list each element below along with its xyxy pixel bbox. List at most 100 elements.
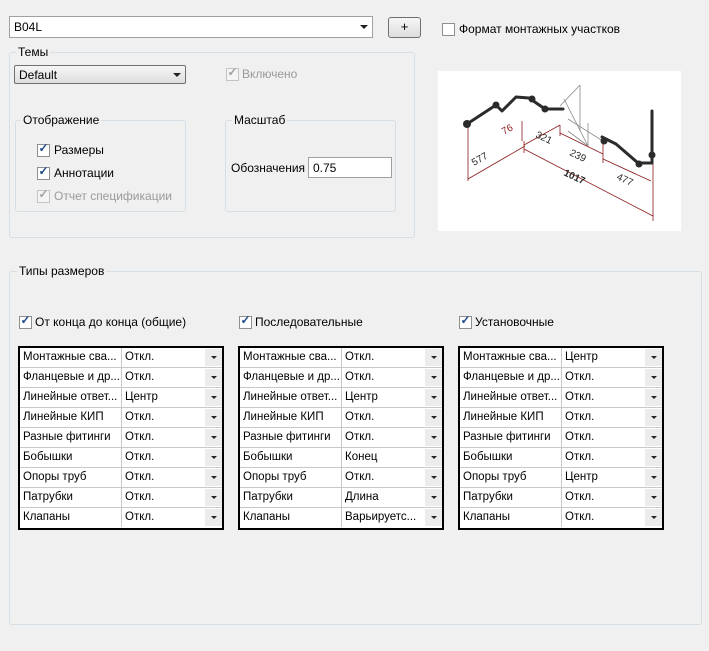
dimension-type-checkbox[interactable]: ✓ <box>459 314 472 329</box>
chevron-down-icon[interactable] <box>205 389 222 406</box>
preview-image: 76 321 239 577 1017 477 <box>438 71 681 231</box>
chevron-down-icon[interactable] <box>425 349 442 366</box>
dim-321: 321 <box>534 130 554 147</box>
row-value-combo[interactable]: Откл. <box>562 408 662 427</box>
chevron-down-icon[interactable] <box>645 489 662 506</box>
chevron-down-icon[interactable] <box>205 449 222 466</box>
chevron-down-icon[interactable] <box>205 509 222 526</box>
chevron-down-icon[interactable] <box>645 409 662 426</box>
chevron-down-icon[interactable] <box>645 509 662 526</box>
chevron-down-icon[interactable] <box>425 369 442 386</box>
dimension-types-title: Типы размеров <box>17 264 107 278</box>
theme-combo[interactable]: Default <box>14 65 186 84</box>
chevron-down-icon[interactable] <box>205 369 222 386</box>
row-value-combo[interactable]: Откл. <box>342 368 442 387</box>
row-value-combo[interactable]: Центр <box>122 388 222 407</box>
chevron-down-icon[interactable] <box>425 389 442 406</box>
row-value-combo[interactable]: Откл. <box>342 348 442 367</box>
row-name: Фланцевые и др... <box>20 368 122 387</box>
row-value-combo[interactable]: Откл. <box>122 408 222 427</box>
row-value-combo[interactable]: Откл. <box>562 368 662 387</box>
scale-input-value: 0.75 <box>313 161 337 175</box>
chevron-down-icon[interactable] <box>645 449 662 466</box>
row-value-combo[interactable]: Откл. <box>122 468 222 487</box>
row-value-combo[interactable]: Центр <box>342 388 442 407</box>
row-name: Монтажные сва... <box>240 348 342 367</box>
row-value-combo[interactable]: Откл. <box>122 508 222 527</box>
row-value-combo[interactable]: Откл. <box>122 348 222 367</box>
row-value-combo[interactable]: Откл. <box>122 428 222 447</box>
row-value-combo[interactable]: Откл. <box>342 468 442 487</box>
dimension-type-checkbox[interactable]: ✓ <box>19 314 32 329</box>
chevron-down-icon[interactable] <box>425 489 442 506</box>
row-name: Бобышки <box>240 448 342 467</box>
chevron-down-icon[interactable] <box>645 469 662 486</box>
row-value-combo[interactable]: Конец <box>342 448 442 467</box>
spec-report-checkbox[interactable]: ✓ <box>37 187 50 203</box>
row-value-combo[interactable]: Откл. <box>562 488 662 507</box>
chevron-down-icon[interactable] <box>645 349 662 366</box>
add-button[interactable]: + <box>388 17 421 38</box>
row-value-combo[interactable]: Откл. <box>562 448 662 467</box>
dim-76: 76 <box>500 122 516 137</box>
chevron-down-icon[interactable] <box>645 389 662 406</box>
row-value-combo[interactable]: Откл. <box>122 448 222 467</box>
row-name: Бобышки <box>20 448 122 467</box>
row-name: Линейные КИП <box>460 408 562 427</box>
checkmark-icon <box>443 21 454 34</box>
chevron-down-icon[interactable] <box>205 409 222 426</box>
table-row: Разные фитинги Откл. <box>240 428 442 448</box>
row-value-combo[interactable]: Откл. <box>562 428 662 447</box>
checkmark-icon: ✓ <box>38 141 49 155</box>
row-value: Откл. <box>345 351 375 363</box>
chevron-down-icon[interactable] <box>205 349 222 366</box>
dimension-type-label: Установочные <box>475 315 554 329</box>
table-row: Линейные ответ... Центр <box>20 388 222 408</box>
table-row: Монтажные сва... Откл. <box>20 348 222 368</box>
chevron-down-icon[interactable] <box>425 469 442 486</box>
enabled-checkbox[interactable]: ✓ <box>226 66 239 81</box>
row-value: Откл. <box>565 511 595 523</box>
row-name: Линейные КИП <box>240 408 342 427</box>
chevron-down-icon[interactable] <box>645 369 662 386</box>
sizes-checkbox[interactable]: ✓ <box>37 141 50 157</box>
chevron-down-icon[interactable] <box>205 469 222 486</box>
row-value: Конец <box>345 451 378 463</box>
row-value: Откл. <box>345 371 375 383</box>
row-value-combo[interactable]: Варьируетс... <box>342 508 442 527</box>
row-value-combo[interactable]: Длина <box>342 488 442 507</box>
row-value-combo[interactable]: Откл. <box>342 408 442 427</box>
row-value: Центр <box>565 351 598 363</box>
row-value-combo[interactable]: Центр <box>562 468 662 487</box>
row-value-combo[interactable]: Откл. <box>342 428 442 447</box>
checkmark-icon: ✓ <box>38 187 49 201</box>
dimension-type-grid: Монтажные сва... Центр Фланцевые и др... От… <box>458 346 664 530</box>
row-value-combo[interactable]: Откл. <box>122 368 222 387</box>
format-checkbox[interactable] <box>442 23 455 36</box>
spec-combo[interactable]: B04L <box>9 16 373 38</box>
table-row: Фланцевые и др... Откл. <box>240 368 442 388</box>
table-row: Разные фитинги Откл. <box>20 428 222 448</box>
table-row: Линейные КИП Откл. <box>240 408 442 428</box>
dimension-type-label: Последовательные <box>255 315 363 329</box>
chevron-down-icon[interactable] <box>205 489 222 506</box>
chevron-down-icon[interactable] <box>205 429 222 446</box>
annotations-checkbox[interactable]: ✓ <box>37 165 50 180</box>
chevron-down-icon[interactable] <box>425 429 442 446</box>
dimension-type-label: От конца до конца (общие) <box>35 315 187 329</box>
chevron-down-icon[interactable] <box>645 429 662 446</box>
chevron-down-icon[interactable] <box>425 409 442 426</box>
row-value-combo[interactable]: Центр <box>562 348 662 367</box>
chevron-down-icon[interactable] <box>425 509 442 526</box>
row-value: Центр <box>125 391 158 403</box>
sizes-checkbox-label: Размеры <box>54 143 104 157</box>
row-value-combo[interactable]: Откл. <box>562 388 662 407</box>
dimension-type-checkbox[interactable]: ✓ <box>239 314 252 329</box>
row-value-combo[interactable]: Откл. <box>122 488 222 507</box>
scale-input[interactable]: 0.75 <box>308 157 392 178</box>
scale-group-title: Масштаб <box>232 113 288 127</box>
row-value-combo[interactable]: Откл. <box>562 508 662 527</box>
chevron-down-icon[interactable] <box>425 449 442 466</box>
row-name: Патрубки <box>460 488 562 507</box>
row-name: Бобышки <box>460 448 562 467</box>
